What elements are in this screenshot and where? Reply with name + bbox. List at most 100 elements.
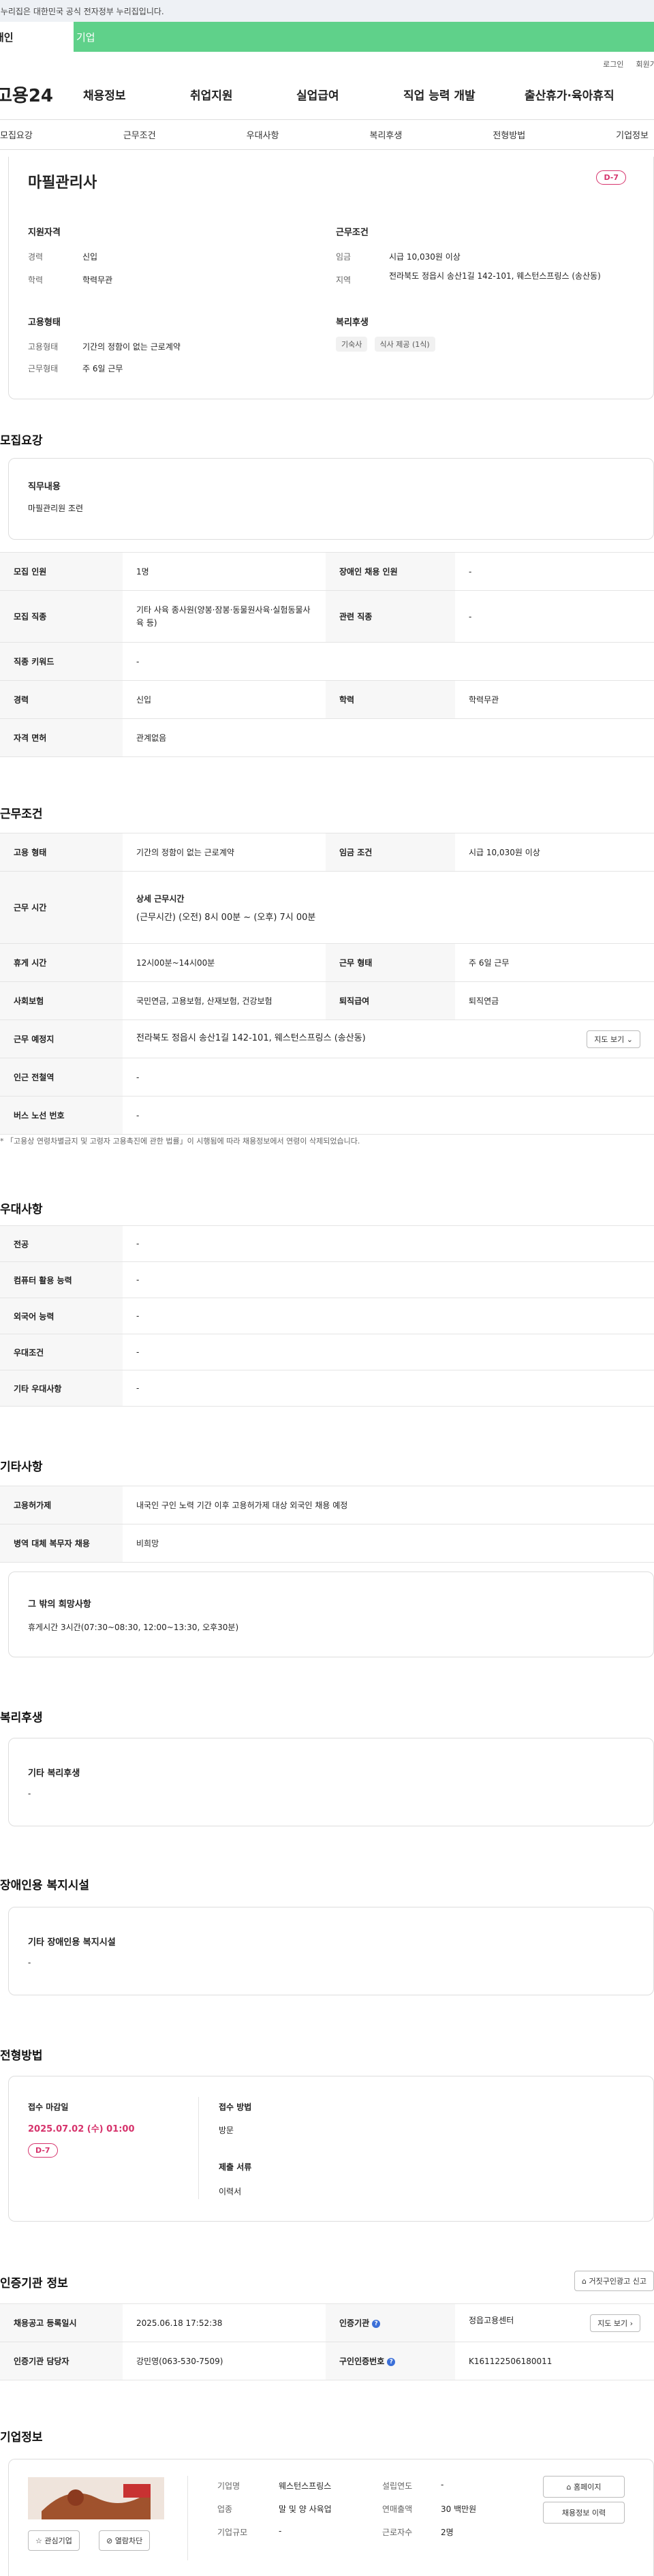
company-logo-image: [28, 2477, 164, 2519]
disabled-sub: 기타 장애인용 복지시설: [28, 1937, 116, 1948]
company-sales-value: 30 백만원: [441, 2504, 477, 2514]
agency-map-button[interactable]: 지도 보기 ›: [590, 2314, 640, 2332]
subnav-company[interactable]: 기업정보: [616, 128, 649, 141]
gnb-menu-jobs[interactable]: 채용정보: [83, 86, 190, 103]
dday-badge: D-7: [596, 170, 626, 185]
agency-label-cell: 인증기관?: [326, 2303, 455, 2342]
tab-individual[interactable]: 개인: [0, 22, 74, 52]
row-label: 근무 형태: [326, 943, 455, 982]
block-view-button[interactable]: ⊘ 열람차단: [99, 2530, 151, 2551]
row-value: 강민영(063-530-7509): [123, 2342, 326, 2380]
welfare-sub: 기타 복리후생: [28, 1768, 80, 1779]
row-label: 고용 형태: [0, 833, 123, 872]
join-link[interactable]: 회원가입: [636, 59, 654, 70]
company-emp-value: 2명: [441, 2528, 454, 2537]
row-label: 근무 예정지: [0, 1019, 123, 1058]
row-label: 근무 시간: [0, 871, 123, 944]
tab-corporate[interactable]: 기업: [74, 22, 177, 52]
agency-map-label: 지도 보기: [597, 2318, 628, 2328]
docs-label: 제출 서류: [219, 2162, 252, 2172]
row-label: 전공: [0, 1225, 123, 1262]
site-logo[interactable]: 고용24: [0, 82, 83, 107]
table-row: 고용 형태 기간의 정함이 없는 근로계약 임금 조건 시급 10,030원 이…: [0, 833, 654, 872]
gnb-menu-unemployment-benefit[interactable]: 실업급여: [296, 86, 403, 103]
company-name-label: 기업명: [217, 2481, 240, 2491]
table-row: 고용허가제 내국인 구인 노력 기간 이후 고용허가제 대상 외국인 채용 예정: [0, 1486, 654, 1524]
block-view-label: 열람차단: [114, 2536, 143, 2545]
agency-section-title: 인증기관 정보: [0, 2277, 68, 2290]
row-value: -: [123, 1261, 654, 1298]
wish-title: 그 밖의 희망사항: [28, 1599, 91, 1610]
row-label: 고용허가제: [0, 1486, 123, 1524]
table-row: 근무 예정지 전라북도 정읍시 송산1길 142-101, 웨스턴스프링스 (송…: [0, 1019, 654, 1058]
row-value: 내국인 구인 노력 기간 이후 고용허가제 대상 외국인 채용 예정: [123, 1486, 654, 1524]
region-label: 지역: [336, 275, 352, 285]
false-ad-report-button[interactable]: ⌂ 거짓구인광고 신고: [574, 2271, 654, 2291]
table-row: 모집 인원 1명 장애인 채용 인원 -: [0, 552, 654, 591]
table-row: 모집 직종 기타 사육 종사원(양봉·잠봉·동물원사육·실험동물사육 등) 관련…: [0, 590, 654, 643]
process-card: 접수 마감일 2025.07.02 (수) 01:00 D-7 접수 방법 방문…: [8, 2076, 654, 2222]
company-name-value: 웨스턴스프링스: [279, 2481, 332, 2491]
subnav-welfare[interactable]: 복리후생: [369, 128, 402, 141]
row-value: 학력무관: [455, 680, 654, 719]
homepage-button[interactable]: ⌂ 홈페이지: [543, 2476, 625, 2498]
row-label: 기타 우대사항: [0, 1370, 123, 1407]
home-icon: ⌂: [566, 2483, 572, 2491]
false-ad-report-label: 거짓구인광고 신고: [589, 2277, 647, 2286]
gnb-menu-employment-support[interactable]: 취업지원: [190, 86, 296, 103]
info-icon[interactable]: ?: [387, 2357, 396, 2366]
gnb-menu-parental-leave[interactable]: 출산휴가·육아휴직: [525, 86, 614, 103]
star-icon: ☆: [35, 2536, 42, 2545]
welfare-title: 복리후생: [336, 318, 369, 328]
row-label: 임금 조건: [326, 833, 455, 872]
row-value: -: [123, 642, 654, 681]
row-value: 1명: [123, 552, 326, 591]
duty-label: 직무내용: [28, 482, 61, 492]
work-time-value: (근무시간) (오전) 8시 00분 ~ (오후) 7시 00분: [136, 912, 316, 923]
etc-table: 고용허가제 내국인 구인 노력 기간 이후 고용허가제 대상 외국인 채용 예정…: [0, 1486, 654, 1563]
row-value: 퇴직연금: [455, 981, 654, 1020]
row-label: 모집 직종: [0, 590, 123, 643]
global-nav: 고용24 채용정보 취업지원 실업급여 직업 능력 개발 출산휴가·육아휴직: [0, 70, 654, 120]
company-emp-label: 근로자수: [382, 2528, 413, 2537]
row-label: 직종 키워드: [0, 642, 123, 681]
subnav-process[interactable]: 전형방법: [493, 128, 525, 141]
disabled-card: 기타 장애인용 복지시설 -: [8, 1907, 654, 1995]
info-icon[interactable]: ?: [372, 2319, 381, 2328]
gnb-menu-skills[interactable]: 직업 능력 개발: [403, 86, 525, 103]
deadline-label: 접수 마감일: [28, 2102, 69, 2112]
table-row: 근무 시간 상세 근무시간 (근무시간) (오전) 8시 00분 ~ (오후) …: [0, 871, 654, 944]
subnav-conditions[interactable]: 근무조건: [123, 128, 156, 141]
pref-section-title: 우대사항: [0, 1203, 43, 1216]
age-law-note-text: 「고용상 연령차별금지 및 고령자 고용촉진에 관한 법률」이 시행됨에 따라 …: [6, 1137, 360, 1146]
row-value: -: [123, 1058, 654, 1097]
utility-links: 로그인 회원가입: [0, 52, 654, 70]
map-button[interactable]: 지도 보기 ⌄: [587, 1030, 640, 1048]
row-label: 사회보험: [0, 981, 123, 1020]
wage-label: 임금: [336, 252, 352, 262]
row-value: 국민연금, 고용보험, 산재보험, 건강보험: [123, 981, 326, 1020]
interest-company-label: 관심기업: [44, 2536, 72, 2545]
company-industry-label: 업종: [217, 2504, 233, 2514]
subnav-preferences[interactable]: 우대사항: [247, 128, 279, 141]
conditions-title: 근무조건: [336, 228, 369, 238]
row-value: K161122506180011: [455, 2342, 654, 2380]
etc-section-title: 기타사항: [0, 1460, 43, 1474]
table-row: 자격 면허 관계없음: [0, 718, 654, 757]
table-row: 전공 -: [0, 1225, 654, 1262]
table-row: 병역 대체 복무자 채용 비희망: [0, 1524, 654, 1563]
row-value: 12시00분~14시00분: [123, 943, 326, 982]
welfare-chips: 기숙사 식사 제공 (1식): [336, 337, 439, 352]
company-year-label: 설립연도: [382, 2481, 413, 2491]
agency-value-cell: 정읍고용센터 지도 보기 ›: [455, 2303, 654, 2342]
interest-company-button[interactable]: ☆ 관심기업: [28, 2530, 80, 2551]
hiring-history-button[interactable]: 채용정보 이력: [543, 2502, 625, 2524]
subnav-recruit[interactable]: 모집요강: [0, 128, 33, 141]
row-value: -: [123, 1334, 654, 1370]
education-label: 학력: [28, 275, 44, 285]
login-link[interactable]: 로그인: [603, 59, 623, 70]
table-row: 휴게 시간 12시00분~14시00분 근무 형태 주 6일 근무: [0, 943, 654, 982]
education-value: 학력무관: [82, 275, 113, 285]
row-label: 자격 면허: [0, 718, 123, 757]
block-icon: ⊘: [106, 2536, 113, 2545]
